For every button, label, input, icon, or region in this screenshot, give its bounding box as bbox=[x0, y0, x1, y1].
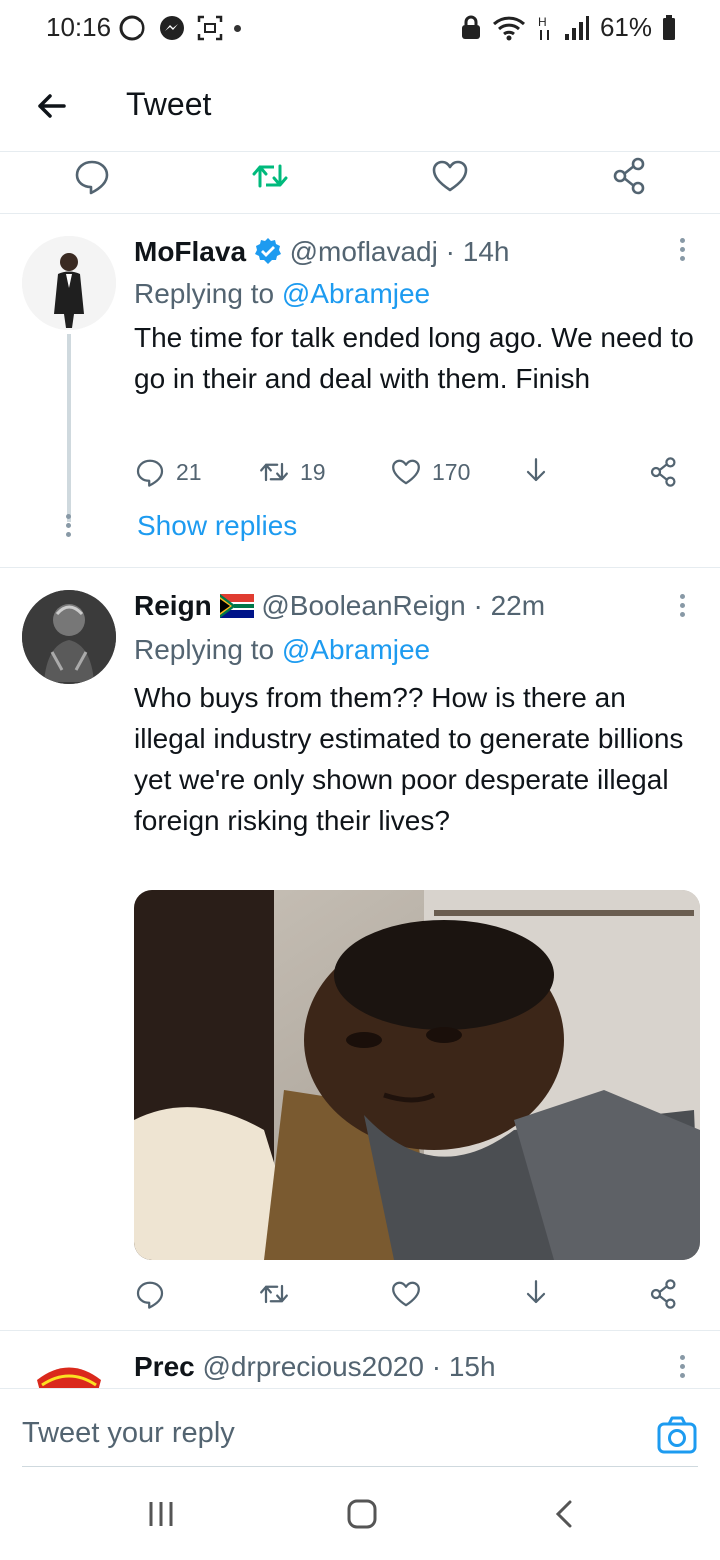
user-handle[interactable]: @BooleanReign bbox=[261, 590, 465, 621]
home-icon[interactable] bbox=[346, 1498, 378, 1530]
tweet-menu-icon[interactable] bbox=[680, 594, 688, 621]
share-button[interactable] bbox=[648, 456, 680, 488]
tweet-time: · 15h bbox=[431, 1351, 496, 1382]
avatar[interactable] bbox=[22, 590, 116, 684]
avatar[interactable] bbox=[22, 1355, 116, 1388]
tweet-time: · 14h bbox=[445, 236, 510, 267]
like-button[interactable] bbox=[390, 1278, 422, 1310]
tweet-prec[interactable]: Prec @drprecious2020 · 15h bbox=[0, 1331, 720, 1388]
messenger-icon bbox=[160, 16, 184, 40]
back-arrow-icon[interactable] bbox=[30, 84, 74, 128]
reply-composer: Tweet your reply bbox=[0, 1388, 720, 1468]
tweet-media-image[interactable] bbox=[134, 890, 700, 1260]
reply-icon bbox=[136, 1281, 164, 1309]
battery-icon bbox=[663, 14, 675, 40]
recent-apps-icon[interactable] bbox=[146, 1498, 176, 1530]
lock-icon bbox=[461, 15, 480, 39]
user-name[interactable]: Reign bbox=[134, 590, 212, 621]
notification-dot-icon bbox=[234, 24, 241, 32]
retweet-icon bbox=[260, 1284, 288, 1304]
like-button[interactable]: 170 bbox=[390, 456, 470, 488]
thread-line bbox=[67, 334, 71, 522]
mention-link[interactable]: @Abramjee bbox=[282, 278, 430, 309]
avatar[interactable] bbox=[22, 236, 116, 330]
svg-text:H: H bbox=[538, 15, 547, 29]
retweet-icon[interactable] bbox=[250, 156, 290, 196]
like-count: 170 bbox=[432, 458, 471, 485]
tweet-actions bbox=[134, 1278, 694, 1318]
share-icon[interactable] bbox=[610, 156, 650, 196]
back-nav-icon[interactable] bbox=[552, 1498, 576, 1530]
reply-input-underline bbox=[22, 1466, 698, 1467]
reply-button[interactable] bbox=[134, 1278, 166, 1310]
show-replies-link[interactable]: Show replies bbox=[137, 510, 297, 542]
tweet-text: Who buys from them?? How is there an ill… bbox=[134, 682, 684, 836]
app-header: Tweet bbox=[0, 62, 720, 152]
verified-badge-icon bbox=[254, 238, 281, 264]
call-icon bbox=[119, 15, 145, 41]
reply-icon[interactable] bbox=[72, 156, 112, 196]
page-title: Tweet bbox=[126, 86, 212, 122]
status-time: 10:16 bbox=[46, 12, 112, 42]
tweet-text: The time for talk ended long ago. We nee… bbox=[134, 322, 694, 394]
share-icon bbox=[650, 457, 676, 487]
user-handle[interactable]: @drprecious2020 bbox=[203, 1351, 424, 1382]
user-name[interactable]: Prec bbox=[134, 1351, 195, 1382]
user-name[interactable]: MoFlava bbox=[134, 236, 246, 267]
user-handle[interactable]: @moflavadj bbox=[290, 236, 438, 267]
mention-link[interactable]: @Abramjee bbox=[282, 634, 430, 665]
download-arrow-icon bbox=[526, 1280, 546, 1304]
like-icon bbox=[392, 459, 420, 485]
retweet-icon bbox=[260, 462, 288, 482]
tweet-menu-icon[interactable] bbox=[680, 238, 688, 265]
tweet-moflava[interactable]: MoFlava @moflavadj · 14h Replying to @Ab… bbox=[0, 214, 720, 568]
like-icon bbox=[392, 1281, 420, 1307]
camera-icon[interactable] bbox=[656, 1414, 698, 1456]
tweet-time: · 22m bbox=[473, 590, 546, 621]
reply-icon bbox=[136, 459, 164, 487]
bookmark-button[interactable] bbox=[520, 456, 552, 488]
system-nav-bar bbox=[0, 1470, 720, 1560]
wifi-icon bbox=[492, 16, 525, 40]
more-options-icon bbox=[66, 514, 74, 541]
replying-to: Replying to @Abramjee bbox=[134, 634, 431, 665]
reply-count: 21 bbox=[176, 458, 202, 485]
tweet-menu-icon[interactable] bbox=[680, 1355, 688, 1382]
tweet-actions: 21 19 170 bbox=[134, 456, 694, 496]
south-africa-flag-icon bbox=[219, 594, 254, 618]
retweet-button[interactable]: 19 bbox=[258, 456, 326, 488]
screenshot-icon bbox=[197, 15, 223, 41]
bookmark-button[interactable] bbox=[520, 1278, 552, 1310]
reply-button[interactable]: 21 bbox=[134, 456, 202, 488]
replying-to: Replying to @Abramjee bbox=[134, 278, 431, 309]
share-button[interactable] bbox=[648, 1278, 680, 1310]
signal-icon bbox=[564, 15, 589, 40]
status-bar: 10:16 H 61% bbox=[0, 0, 720, 58]
retweet-count: 19 bbox=[300, 458, 326, 485]
like-icon[interactable] bbox=[430, 156, 470, 196]
download-arrow-icon bbox=[526, 458, 546, 482]
reply-input[interactable]: Tweet your reply bbox=[22, 1417, 235, 1450]
main-tweet-actions bbox=[0, 152, 720, 214]
retweet-button[interactable] bbox=[258, 1278, 290, 1310]
share-icon bbox=[650, 1279, 676, 1309]
battery-percent: 61% bbox=[599, 12, 652, 42]
data-h-icon: H bbox=[538, 15, 549, 40]
